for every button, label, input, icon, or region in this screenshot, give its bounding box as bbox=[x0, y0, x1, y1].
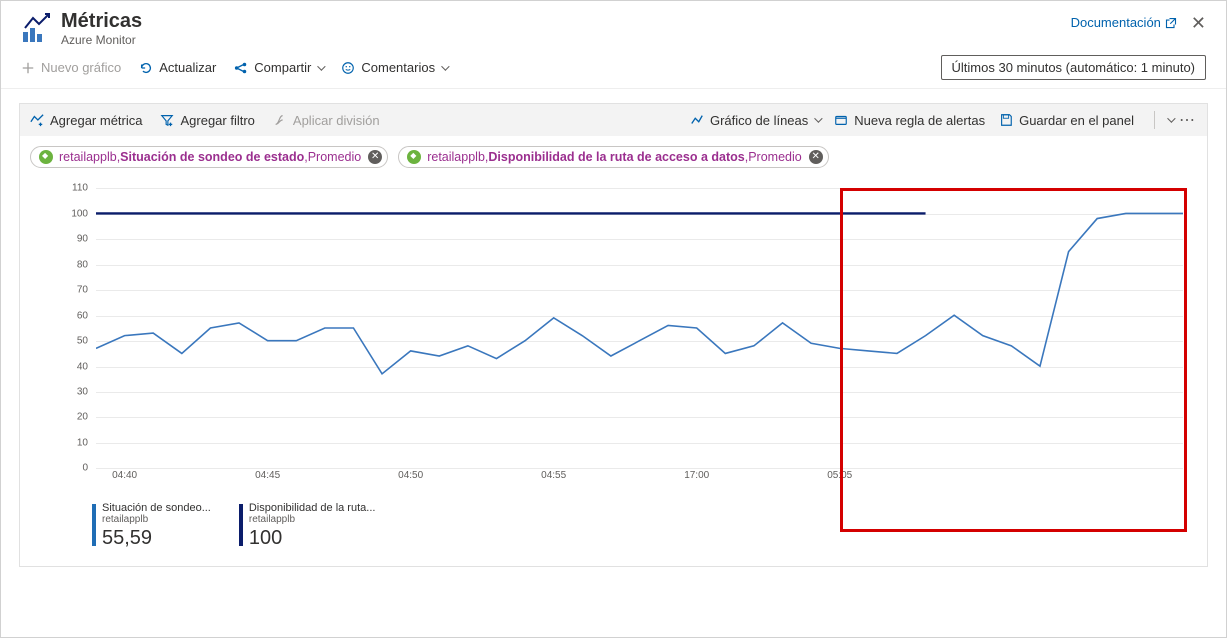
legend-item[interactable]: Disponibilidad de la ruta...retailapplb 1… bbox=[239, 502, 376, 550]
metric-chips-row: retailapplb, Situación de sondeo de esta… bbox=[20, 136, 1207, 174]
legend-resource: retailapplb bbox=[102, 514, 211, 525]
chart-toolbar: Agregar métrica Agregar filtro Aplicar d… bbox=[20, 104, 1207, 136]
resource-icon bbox=[407, 150, 421, 164]
metric-chip[interactable]: retailapplb, Disponibilidad de la ruta d… bbox=[398, 146, 828, 168]
metric-chip[interactable]: retailapplb, Situación de sondeo de esta… bbox=[30, 146, 388, 168]
chart-panel: Agregar métrica Agregar filtro Aplicar d… bbox=[19, 103, 1208, 567]
command-bar: Nuevo gráfico Actualizar Compartir Comen… bbox=[1, 51, 1226, 89]
save-to-dashboard-button[interactable]: Guardar en el panel bbox=[999, 113, 1134, 128]
page-title: Métricas bbox=[61, 9, 142, 33]
metrics-icon bbox=[21, 12, 53, 44]
page-header: Métricas Azure Monitor Documentación ✕ bbox=[1, 1, 1226, 51]
legend-value: 100 bbox=[249, 527, 376, 550]
chevron-down-icon[interactable] bbox=[1167, 115, 1175, 123]
legend-resource: retailapplb bbox=[249, 514, 376, 525]
legend-title: Situación de sondeo... bbox=[102, 502, 211, 514]
page-subtitle: Azure Monitor bbox=[61, 33, 142, 47]
remove-chip-icon[interactable]: ✕ bbox=[368, 150, 382, 164]
feedback-button[interactable]: Comentarios bbox=[341, 60, 447, 75]
legend-color-bar bbox=[239, 504, 243, 546]
divider bbox=[1154, 111, 1155, 129]
add-metric-button[interactable]: Agregar métrica bbox=[30, 113, 142, 128]
refresh-button[interactable]: Actualizar bbox=[139, 60, 216, 75]
legend-item[interactable]: Situación de sondeo...retailapplb 55,59 bbox=[92, 502, 211, 550]
legend-color-bar bbox=[92, 504, 96, 546]
new-chart-button[interactable]: Nuevo gráfico bbox=[21, 60, 121, 75]
x-axis-labels: 04:4004:4504:5004:5517:0005:05 bbox=[96, 470, 1183, 488]
share-button[interactable]: Compartir bbox=[234, 60, 323, 75]
documentation-link[interactable]: Documentación bbox=[1071, 15, 1177, 30]
chevron-down-icon bbox=[318, 62, 326, 70]
chart-type-dropdown[interactable]: Gráfico de líneas bbox=[690, 113, 820, 128]
close-icon[interactable]: ✕ bbox=[1191, 13, 1206, 34]
apply-split-button[interactable]: Aplicar división bbox=[273, 113, 380, 128]
legend-value: 55,59 bbox=[102, 527, 211, 550]
y-axis-labels: 0102030405060708090100110 bbox=[44, 188, 92, 468]
legend-title: Disponibilidad de la ruta... bbox=[249, 502, 376, 514]
chart-area: 0102030405060708090100110 04:4004:4504:5… bbox=[44, 188, 1183, 488]
new-alert-rule-button[interactable]: Nueva regla de alertas bbox=[834, 113, 985, 128]
more-options-button[interactable]: ⋯ bbox=[1179, 110, 1197, 130]
chart-legend: Situación de sondeo...retailapplb55,59Di… bbox=[20, 496, 1207, 566]
chevron-down-icon bbox=[441, 62, 449, 70]
time-range-picker[interactable]: Últimos 30 minutos (automático: 1 minuto… bbox=[941, 55, 1206, 80]
remove-chip-icon[interactable]: ✕ bbox=[809, 150, 823, 164]
chart-plot[interactable] bbox=[96, 188, 1183, 468]
resource-icon bbox=[39, 150, 53, 164]
chevron-down-icon bbox=[814, 115, 822, 123]
add-filter-button[interactable]: Agregar filtro bbox=[160, 113, 254, 128]
title-block: Métricas Azure Monitor bbox=[21, 9, 1071, 47]
